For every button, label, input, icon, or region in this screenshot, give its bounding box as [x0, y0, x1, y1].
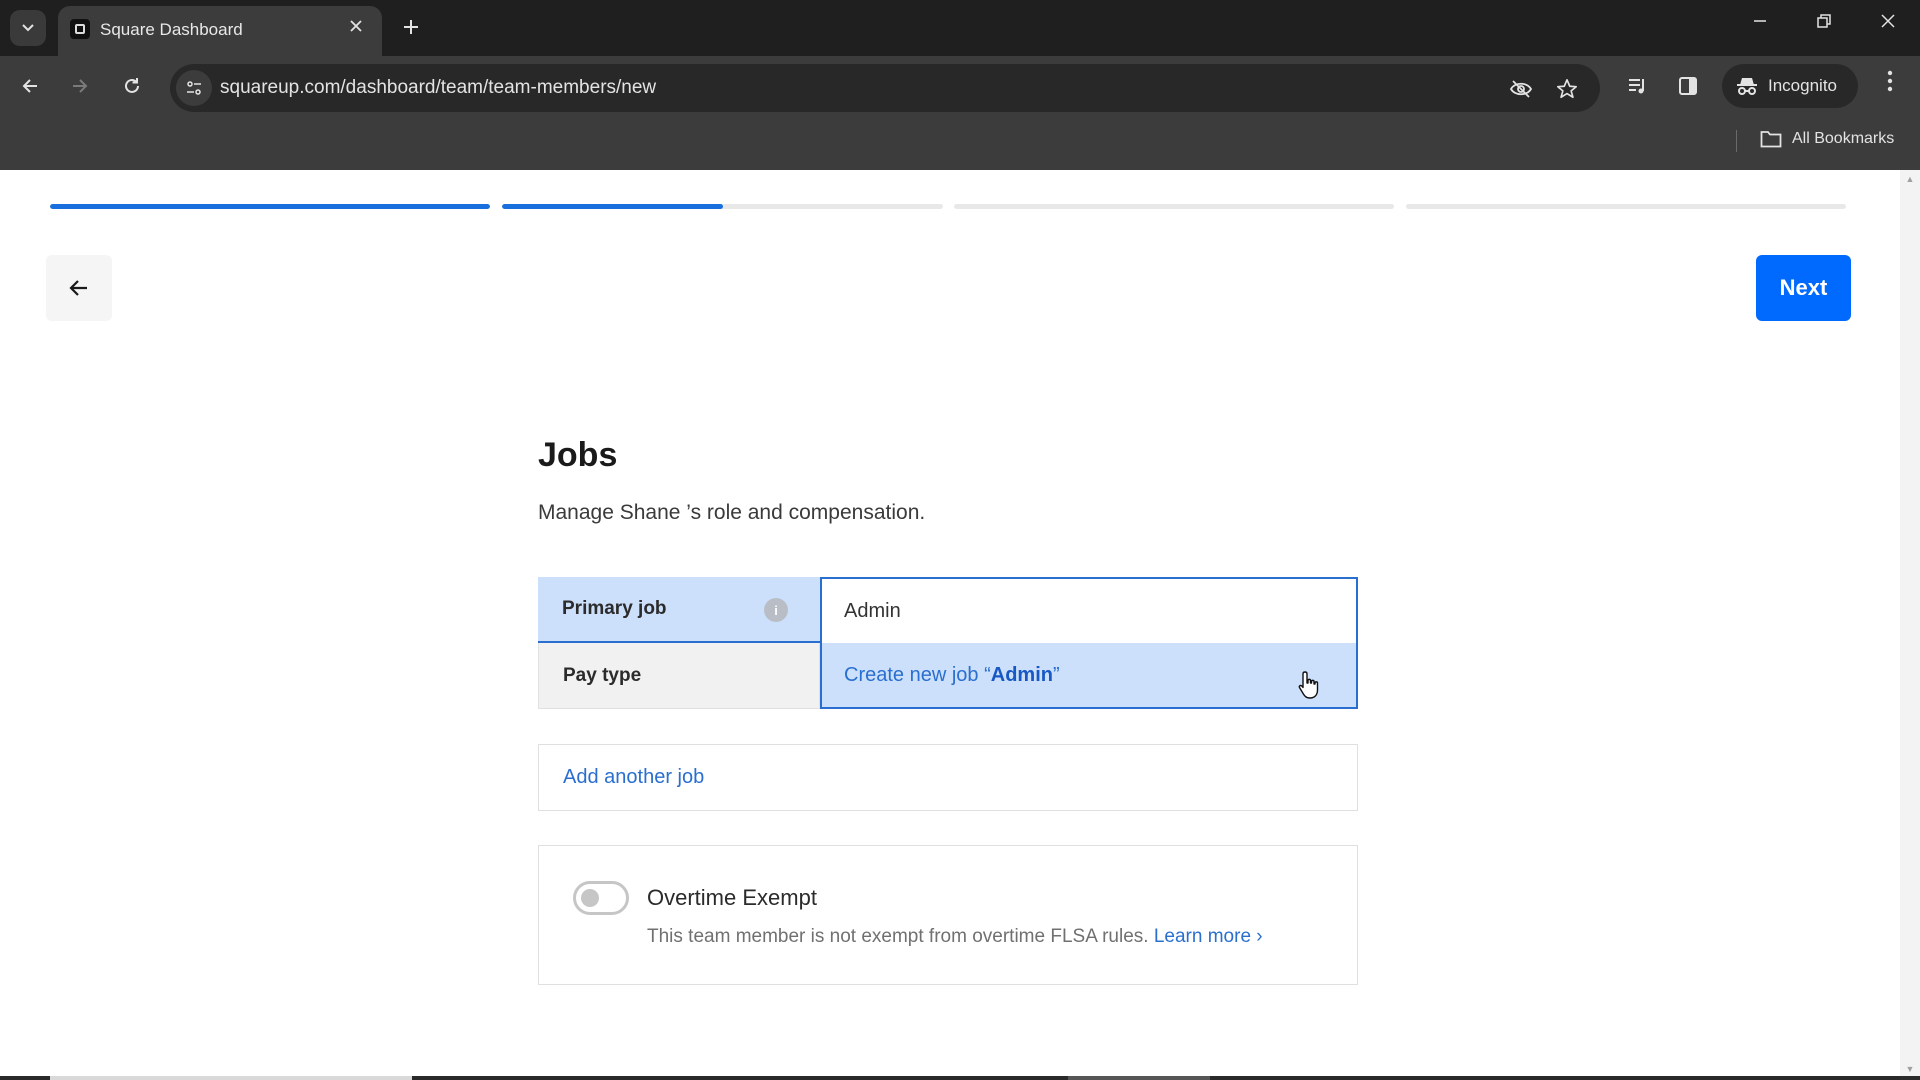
- arrow-left-icon: [22, 79, 37, 93]
- progress-step-fill: [50, 204, 490, 209]
- bottom-strip-segment: [1068, 1076, 1210, 1080]
- learn-more-label: Learn more: [1153, 926, 1252, 947]
- minimize-icon: [1754, 20, 1766, 22]
- job-form-table: Primary job i Pay type Create new job “A…: [538, 577, 1358, 709]
- pay-type-label: Pay type: [563, 664, 642, 686]
- add-another-job-button[interactable]: Add another job: [538, 744, 1358, 811]
- overtime-exempt-toggle[interactable]: [573, 881, 629, 915]
- toggle-knob: [581, 889, 599, 907]
- create-option-suffix: ”: [1052, 663, 1060, 686]
- plus-icon: [404, 20, 418, 34]
- side-panel-button[interactable]: [1672, 70, 1704, 102]
- arrow-right-icon: [73, 79, 88, 93]
- forward-nav-button[interactable]: [64, 70, 96, 102]
- bookmark-star-button[interactable]: [1554, 76, 1580, 102]
- eye-off-icon: [1509, 80, 1533, 98]
- tab-close-button[interactable]: [344, 16, 368, 39]
- page-subtitle: Manage Shane ’s role and compensation.: [538, 501, 926, 524]
- overtime-description-text: This team member is not exempt from over…: [647, 926, 1154, 947]
- primary-job-label-cell: Primary job i: [538, 577, 820, 643]
- restore-icon: [1817, 14, 1831, 28]
- learn-more-link[interactable]: Learn more ›: [1154, 926, 1263, 947]
- media-control-button[interactable]: [1622, 70, 1654, 102]
- vertical-scrollbar[interactable]: ▲ ▼: [1900, 170, 1920, 1078]
- address-bar[interactable]: squareup.com/dashboard/team/team-members…: [170, 64, 1600, 112]
- square-favicon-icon: [70, 19, 90, 39]
- primary-job-combobox: Create new job “Admin”: [820, 577, 1358, 709]
- url-text[interactable]: squareup.com/dashboard/team/team-members…: [220, 77, 656, 99]
- info-icon[interactable]: i: [764, 598, 788, 622]
- all-bookmarks-label: All Bookmarks: [1792, 130, 1895, 147]
- overtime-exempt-section: Overtime Exempt This team member is not …: [538, 845, 1358, 985]
- incognito-profile-button[interactable]: Incognito: [1722, 64, 1858, 108]
- browser-menu-button[interactable]: [1876, 70, 1904, 98]
- page-content: Next Jobs Manage Shane ’s role and compe…: [0, 170, 1900, 1078]
- incognito-label: Incognito: [1768, 76, 1837, 95]
- scroll-down-arrow-icon[interactable]: ▼: [1900, 1064, 1920, 1074]
- reload-button[interactable]: [116, 70, 148, 102]
- minimize-button[interactable]: [1740, 12, 1780, 35]
- tab-list-button[interactable]: [10, 10, 46, 46]
- progress-step-2: [502, 204, 943, 209]
- primary-job-input[interactable]: [822, 579, 1356, 643]
- scroll-up-arrow-icon[interactable]: ▲: [1900, 174, 1920, 184]
- tune-icon: [187, 81, 201, 95]
- progress-step-1: [50, 204, 490, 209]
- page-title: Jobs: [538, 436, 618, 474]
- folder-icon: [1760, 131, 1782, 148]
- progress-step-4: [1406, 204, 1846, 209]
- star-icon: [1557, 79, 1577, 99]
- browser-tab-active[interactable]: Square Dashboard: [58, 6, 382, 56]
- create-option-prefix: Create new job “: [844, 663, 991, 686]
- progress-step-3: [954, 204, 1394, 209]
- pay-type-label-cell: Pay type: [538, 643, 820, 709]
- incognito-icon: [1737, 78, 1757, 95]
- tab-title: Square Dashboard: [100, 20, 243, 39]
- chevron-right-icon: ›: [1256, 926, 1263, 947]
- next-button[interactable]: Next: [1756, 255, 1851, 321]
- browser-toolbar: squareup.com/dashboard/team/team-members…: [0, 56, 1920, 116]
- add-another-job-label: Add another job: [563, 766, 705, 788]
- primary-job-label: Primary job: [562, 598, 667, 619]
- tracking-protection-button[interactable]: [1508, 76, 1534, 102]
- side-panel-icon: [1679, 77, 1697, 95]
- more-vertical-icon: [1887, 70, 1893, 92]
- create-option-name: Admin: [990, 663, 1053, 686]
- arrow-left-icon: [69, 280, 87, 296]
- restore-button[interactable]: [1804, 12, 1844, 35]
- all-bookmarks-button[interactable]: All Bookmarks: [1760, 130, 1894, 148]
- media-queue-icon: [1629, 79, 1644, 94]
- hand-cursor-icon: [1298, 671, 1319, 699]
- back-nav-button[interactable]: [14, 70, 46, 102]
- site-info-button[interactable]: [176, 70, 212, 106]
- close-icon: [1881, 14, 1895, 28]
- bookmarks-bar: All Bookmarks: [0, 116, 1920, 170]
- browser-tab-strip: Square Dashboard: [0, 0, 1920, 56]
- bookmarks-divider: [1736, 130, 1737, 152]
- overtime-exempt-title: Overtime Exempt: [647, 885, 817, 910]
- chevron-down-icon: [22, 24, 34, 32]
- progress-step-fill: [502, 204, 723, 209]
- bottom-strip: [0, 1076, 1920, 1080]
- create-new-job-option[interactable]: Create new job “Admin”: [822, 643, 1356, 707]
- new-tab-button[interactable]: [396, 12, 426, 42]
- reload-icon: [125, 78, 139, 93]
- back-button[interactable]: [46, 255, 112, 321]
- close-icon: [350, 20, 362, 32]
- bottom-strip-segment: [50, 1076, 412, 1080]
- close-window-button[interactable]: [1868, 12, 1908, 35]
- overtime-exempt-description: This team member is not exempt from over…: [647, 926, 1263, 948]
